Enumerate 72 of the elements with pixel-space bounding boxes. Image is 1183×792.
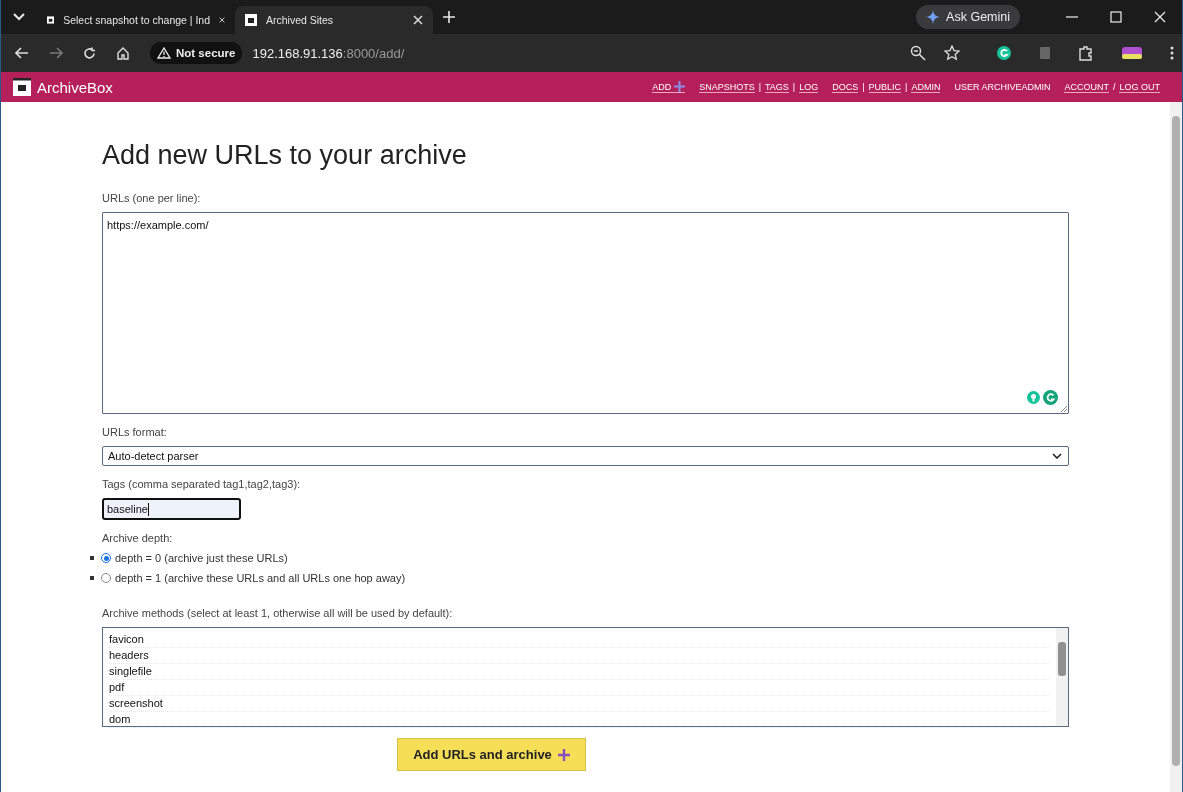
extension-icon[interactable]	[996, 45, 1012, 61]
textarea-value: https://example.com/	[107, 219, 209, 231]
close-icon[interactable]	[1154, 11, 1166, 23]
list-option[interactable]: singlefile	[109, 664, 1050, 680]
sparkle-icon	[926, 10, 941, 24]
list-option[interactable]: dom	[109, 712, 1050, 728]
url-text: 192.168.91.136:8000/add/	[252, 45, 405, 61]
maximize-icon[interactable]	[1110, 11, 1122, 23]
star-icon[interactable]	[944, 45, 960, 61]
separator: /	[1112, 82, 1116, 92]
field-label: URLs (one per line):	[102, 192, 202, 205]
ask-button[interactable]: Ask Gemini	[916, 5, 1020, 29]
list-option[interactable]: pdf	[109, 680, 1050, 696]
field-label: Archive depth:	[102, 532, 174, 545]
chevron-icon	[1052, 453, 1062, 459]
site-title[interactable]: ArchiveBox	[37, 78, 113, 96]
nav-link[interactable]: LOG	[799, 81, 819, 93]
separator: |	[792, 82, 796, 92]
browser-tab[interactable]: Archived Sites	[235, 6, 433, 34]
separator: |	[758, 82, 761, 92]
user-label: USER ARCHIVEADMIN	[954, 82, 1051, 92]
new-tab-icon[interactable]	[443, 11, 455, 23]
field-label: Tags (comma separated tag1,tag2,tag3):	[102, 478, 302, 491]
grammar-icon[interactable]	[1043, 390, 1058, 405]
page-heading: Add new URLs to your archive	[102, 139, 468, 172]
tab-title: Archived Sites	[266, 14, 335, 26]
resize-handle-icon[interactable]	[1061, 406, 1067, 412]
radio-label: depth = 0 (archive just these URLs)	[115, 552, 288, 564]
security-chip[interactable]: Not secure	[150, 42, 243, 64]
nav-link[interactable]: PUBLIC	[868, 81, 902, 93]
browser-tab[interactable]: Select snapshot to change | Ind	[37, 6, 235, 34]
puzzle-icon[interactable]	[1078, 45, 1094, 61]
submit-button[interactable]: Add URLs and archive	[397, 738, 586, 771]
more-icon[interactable]	[1170, 46, 1174, 60]
bullet	[90, 556, 94, 560]
nav-link[interactable]: TAGS	[765, 81, 789, 93]
plus-icon	[557, 748, 570, 761]
radio-label: depth = 1 (archive these URLs and all URLs one hop away)	[115, 572, 406, 584]
plus-icon	[674, 81, 686, 92]
bullet	[90, 576, 94, 580]
scrollbar[interactable]	[1170, 102, 1182, 792]
logo-icon	[13, 78, 31, 96]
page-icon	[47, 14, 55, 26]
nav-link[interactable]: DOCS	[832, 81, 859, 93]
forward-icon[interactable]	[49, 47, 63, 59]
separator: |	[862, 82, 865, 92]
nav-link[interactable]: LOG OUT	[1119, 81, 1160, 93]
back-icon[interactable]	[15, 47, 29, 59]
nav-link[interactable]: ADMIN	[911, 81, 941, 93]
nav-link[interactable]: ACCOUNT	[1064, 81, 1109, 93]
nav-link[interactable]: SNAPSHOTS	[699, 81, 755, 93]
list-option[interactable]: headers	[109, 648, 1050, 664]
separator: |	[905, 82, 908, 92]
close-icon[interactable]	[413, 15, 423, 25]
zoom-out-icon[interactable]	[910, 45, 926, 61]
tab-list-icon[interactable]	[13, 13, 25, 21]
field-label: URLs format:	[102, 426, 168, 439]
profile-icon[interactable]	[1122, 47, 1142, 59]
close-icon[interactable]	[219, 15, 225, 25]
nav-link[interactable]: ADD	[652, 81, 686, 93]
warning-icon	[157, 47, 171, 59]
urls-textarea[interactable]: https://example.com/	[102, 212, 1069, 414]
format-select[interactable]: Auto-detect parser	[102, 446, 1069, 466]
tab-title: Select snapshot to change | Ind	[63, 14, 211, 26]
page-icon	[245, 14, 257, 26]
field-label: Archive methods (select at least 1, otherwise all will be used by default):	[102, 607, 454, 620]
list-option[interactable]: favicon	[109, 632, 1050, 648]
list-option[interactable]: screenshot	[109, 696, 1050, 712]
scrollbar[interactable]	[1056, 628, 1068, 726]
home-icon[interactable]	[116, 46, 130, 60]
reload-icon[interactable]	[83, 46, 96, 60]
tags-field[interactable]: baseline	[102, 498, 241, 520]
